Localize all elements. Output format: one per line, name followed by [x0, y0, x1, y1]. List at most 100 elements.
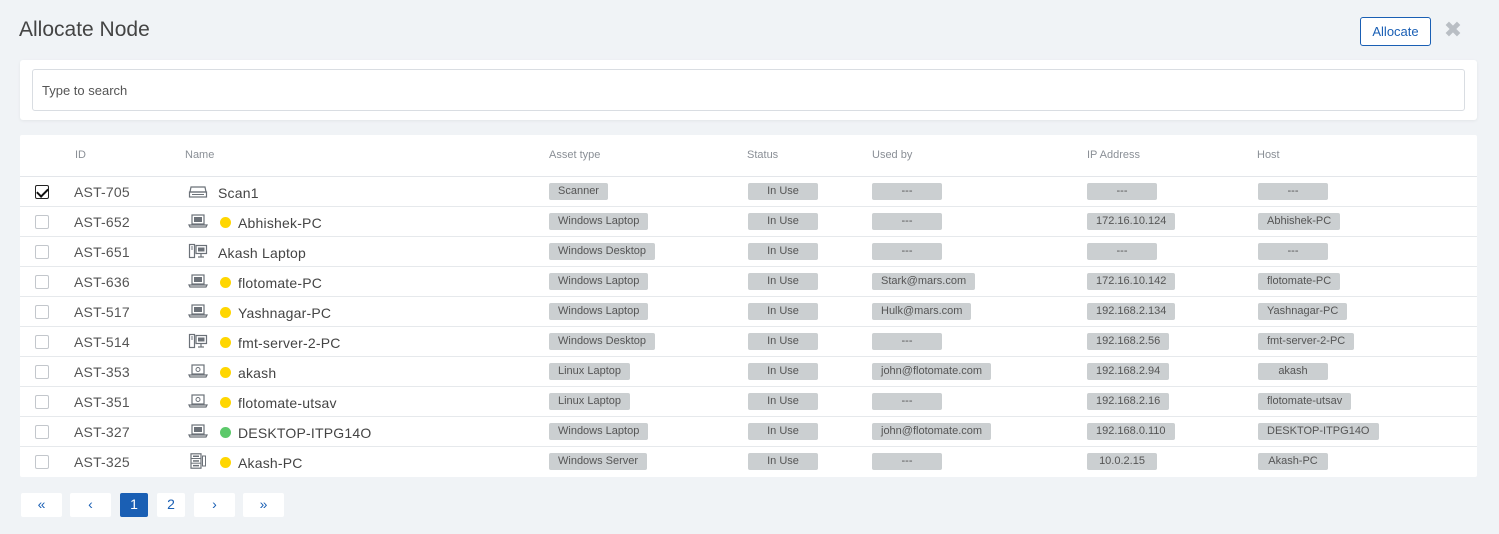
ip-address-badge: 172.16.10.124: [1087, 213, 1176, 230]
table-header: ID Name Asset type Status Used by IP Add…: [20, 135, 1477, 177]
scanner-icon: [188, 183, 208, 199]
asset-name[interactable]: flotomate-PC: [238, 275, 322, 291]
search-input[interactable]: [32, 69, 1465, 111]
table-row[interactable]: AST-652 Abhishek-PC Windows Laptop In Use --…: [20, 207, 1477, 237]
asset-type-badge: Linux Laptop: [549, 393, 630, 410]
search-card: [20, 60, 1477, 120]
asset-id: AST-705: [74, 184, 130, 200]
used-by-badge: john@flotomate.com: [872, 363, 992, 380]
row-checkbox[interactable]: [35, 395, 49, 409]
column-header-id[interactable]: ID: [75, 149, 86, 161]
asset-name[interactable]: Akash-PC: [238, 455, 303, 471]
used-by-badge: ---: [872, 183, 942, 200]
used-by-badge: john@flotomate.com: [872, 423, 992, 440]
asset-type-badge: Scanner: [549, 183, 608, 200]
table-row[interactable]: AST-325 Akash-PC Windows Server In Use --- 10…: [20, 447, 1477, 477]
row-checkbox[interactable]: [35, 425, 49, 439]
used-by-badge: ---: [872, 213, 942, 230]
table-row[interactable]: AST-705 Scan1 Scanner In Use --- --- ---: [20, 177, 1477, 207]
host-badge: ---: [1258, 243, 1328, 260]
asset-type-badge: Windows Laptop: [549, 273, 649, 290]
column-header-used-by[interactable]: Used by: [872, 149, 912, 161]
used-by-badge: Stark@mars.com: [872, 273, 976, 290]
table-row[interactable]: AST-517 Yashnagar-PC Windows Laptop In Use H…: [20, 297, 1477, 327]
ip-address-badge: 192.168.2.16: [1087, 393, 1170, 410]
host-badge: akash: [1258, 363, 1328, 380]
asset-name[interactable]: Yashnagar-PC: [238, 305, 331, 321]
asset-name[interactable]: Akash Laptop: [218, 245, 306, 261]
page-1-button[interactable]: 1: [120, 493, 148, 517]
column-header-ip-address[interactable]: IP Address: [1087, 149, 1140, 161]
prev-page-button[interactable]: ‹: [70, 493, 111, 517]
asset-id: AST-651: [74, 244, 130, 260]
row-checkbox[interactable]: [35, 275, 49, 289]
table-row[interactable]: AST-327 DESKTOP-ITPG14O Windows Laptop In U…: [20, 417, 1477, 447]
row-checkbox[interactable]: [35, 215, 49, 229]
close-icon[interactable]: ✖: [1443, 19, 1463, 41]
asset-name[interactable]: akash: [238, 365, 276, 381]
laptop-icon: [188, 423, 208, 439]
table-row[interactable]: AST-651 Akash Laptop Windows Desktop In Use…: [20, 237, 1477, 267]
row-checkbox[interactable]: [35, 455, 49, 469]
column-header-asset-type[interactable]: Asset type: [549, 149, 600, 161]
next-page-button[interactable]: ›: [194, 493, 235, 517]
ip-address-badge: 192.168.2.56: [1087, 333, 1170, 350]
table-row[interactable]: AST-351 flotomate-utsav Linux Laptop In Use…: [20, 387, 1477, 417]
used-by-badge: ---: [872, 243, 942, 260]
host-badge: flotomate-PC: [1258, 273, 1341, 290]
ip-address-badge: 192.168.2.94: [1087, 363, 1170, 380]
host-badge: Yashnagar-PC: [1258, 303, 1348, 320]
asset-id: AST-353: [74, 364, 130, 380]
ip-address-badge: 192.168.0.110: [1087, 423, 1175, 440]
column-header-name[interactable]: Name: [185, 149, 214, 161]
row-checkbox[interactable]: [35, 305, 49, 319]
allocate-button[interactable]: Allocate: [1360, 17, 1431, 46]
ip-address-badge: 192.168.2.134: [1087, 303, 1176, 320]
status-badge: In Use: [748, 363, 818, 380]
first-page-button[interactable]: «: [21, 493, 62, 517]
ip-address-badge: 10.0.2.15: [1087, 453, 1157, 470]
host-badge: ---: [1258, 183, 1328, 200]
asset-table: ID Name Asset type Status Used by IP Add…: [20, 135, 1477, 477]
dialog-title: Allocate Node: [19, 18, 150, 41]
laptop-icon: [188, 303, 208, 319]
asset-id: AST-351: [74, 394, 130, 410]
host-badge: Akash-PC: [1258, 453, 1328, 470]
asset-id: AST-636: [74, 274, 130, 290]
status-badge: In Use: [748, 213, 818, 230]
asset-id: AST-514: [74, 334, 130, 350]
asset-type-badge: Windows Laptop: [549, 303, 649, 320]
status-badge: In Use: [748, 273, 818, 290]
asset-id: AST-327: [74, 424, 130, 440]
table-row[interactable]: AST-636 flotomate-PC Windows Laptop In Use S…: [20, 267, 1477, 297]
ip-address-badge: ---: [1087, 243, 1157, 260]
page-2-button[interactable]: 2: [157, 493, 185, 517]
asset-name[interactable]: flotomate-utsav: [238, 395, 337, 411]
row-checkbox[interactable]: [35, 185, 49, 199]
status-dot-icon: [220, 427, 231, 438]
status-dot-icon: [220, 367, 231, 378]
asset-name[interactable]: Abhishek-PC: [238, 215, 322, 231]
row-checkbox[interactable]: [35, 365, 49, 379]
asset-type-badge: Linux Laptop: [549, 363, 630, 380]
status-dot-icon: [220, 457, 231, 468]
row-checkbox[interactable]: [35, 245, 49, 259]
host-badge: fmt-server-2-PC: [1258, 333, 1355, 350]
asset-name[interactable]: DESKTOP-ITPG14O: [238, 425, 371, 441]
asset-name[interactable]: fmt-server-2-PC: [238, 335, 341, 351]
table-row[interactable]: AST-514 fmt-server-2-PC Windows Desktop In …: [20, 327, 1477, 357]
asset-id: AST-325: [74, 454, 130, 470]
host-badge: Abhishek-PC: [1258, 213, 1341, 230]
asset-id: AST-652: [74, 214, 130, 230]
asset-name[interactable]: Scan1: [218, 185, 259, 201]
ip-address-badge: ---: [1087, 183, 1157, 200]
last-page-button[interactable]: »: [243, 493, 284, 517]
status-dot-icon: [220, 397, 231, 408]
row-checkbox[interactable]: [35, 335, 49, 349]
column-header-status[interactable]: Status: [747, 149, 778, 161]
status-badge: In Use: [748, 423, 818, 440]
column-header-host[interactable]: Host: [1257, 149, 1280, 161]
asset-type-badge: Windows Desktop: [549, 243, 656, 260]
table-row[interactable]: AST-353 akash Linux Laptop In Use john@floto…: [20, 357, 1477, 387]
used-by-badge: ---: [872, 393, 942, 410]
